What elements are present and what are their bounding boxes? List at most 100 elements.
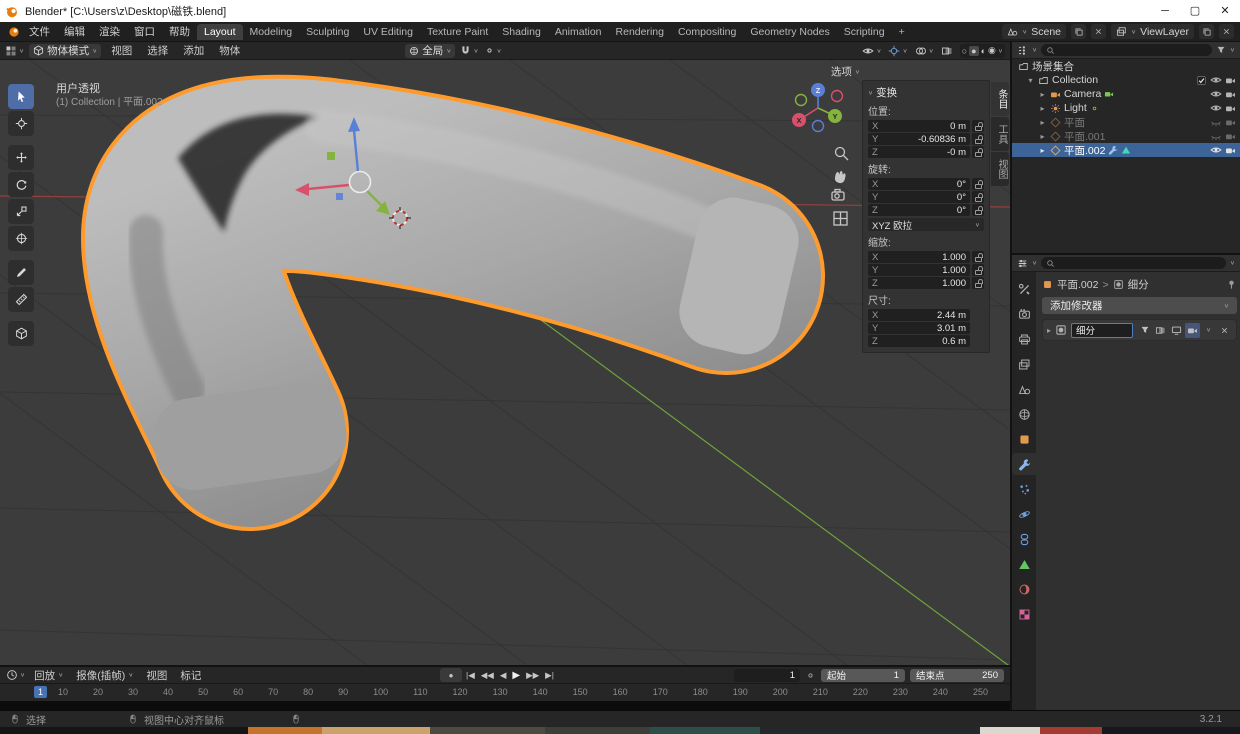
add-workspace-button[interactable]: + [892,24,912,40]
prev-keyframe-button[interactable]: ◀◀ [481,670,494,681]
snap-toggle[interactable]: ∨ [460,45,478,56]
tool-scale[interactable] [8,199,34,224]
outliner-row-camera[interactable]: ▸ Camera [1012,87,1240,101]
tool-transform[interactable] [8,226,34,251]
new-scene-button[interactable] [1071,24,1086,39]
next-keyframe-button[interactable]: ▶▶ [526,670,539,681]
show-on-cage-toggle[interactable] [1137,323,1152,338]
tab-animation[interactable]: Animation [548,24,609,40]
filter-icon[interactable] [1216,45,1226,55]
current-frame-field[interactable]: 1 [734,669,800,682]
xray-toggle[interactable] [941,45,953,57]
camera-toggle-icon[interactable] [1225,75,1236,86]
jump-to-start-button[interactable]: |◀ [466,670,475,681]
position-x-field[interactable]: X0 m [868,120,970,132]
lock-icon[interactable] [972,146,984,158]
lock-icon[interactable] [972,133,984,145]
properties-search-input[interactable] [1041,257,1226,269]
dimension-x-field[interactable]: X2.44 m [868,309,970,321]
camera-toggle-icon[interactable] [1225,131,1236,142]
options-dropdown[interactable]: 选项∨ [831,64,860,79]
tab-object-data[interactable] [1012,553,1036,575]
modifier-name-field[interactable]: 细分 [1071,323,1133,338]
tab-texture[interactable] [1012,603,1036,625]
modifier-delete-button[interactable] [1217,323,1232,338]
scale-x-field[interactable]: X1.000 [868,251,970,263]
lock-icon[interactable] [972,204,984,216]
show-render-toggle[interactable] [1185,323,1200,338]
modifier-extras-button[interactable]: ∨ [1201,323,1216,338]
play-button[interactable]: ▶ [512,670,520,681]
tab-world[interactable] [1012,403,1036,425]
shading-wireframe-icon[interactable]: ○ [962,46,967,56]
lock-icon[interactable] [972,264,984,276]
unlink-scene-button[interactable] [1091,24,1106,39]
rotation-y-field[interactable]: Y0° [868,191,970,203]
tool-add-cube[interactable] [8,321,34,346]
tab-rendering[interactable]: Rendering [609,24,671,40]
properties-editor-icon[interactable] [1017,258,1028,269]
magnet-object[interactable] [146,114,806,495]
tab-modeling[interactable]: Modeling [243,24,300,40]
tab-sculpting[interactable]: Sculpting [299,24,356,40]
tab-shading[interactable]: Shading [495,24,548,40]
menu-window[interactable]: 窗口 [127,24,162,39]
current-frame-marker[interactable]: 1 [34,686,47,698]
rotation-z-field[interactable]: Z0° [868,204,970,216]
tab-physics[interactable] [1012,503,1036,525]
tab-scene[interactable] [1012,378,1036,400]
sidebar-tab-item[interactable]: 条目 [991,82,1009,116]
sidebar-tab-tool[interactable]: 工具 [991,117,1009,151]
modifier-panel-header[interactable]: ▸ 细分 ∨ [1042,319,1237,341]
outliner-row-light[interactable]: ▸ Light [1012,101,1240,115]
tab-view-layer[interactable] [1012,353,1036,375]
breadcrumb-modifier[interactable]: 细分 [1128,277,1149,292]
shading-solid-icon[interactable]: ● [969,46,978,56]
rotation-x-field[interactable]: X0° [868,178,970,190]
dimension-z-field[interactable]: Z0.6 m [868,335,970,347]
add-modifier-button[interactable]: 添加修改器 ∨ [1042,297,1237,314]
menu-edit[interactable]: 编辑 [57,24,92,39]
close-button[interactable]: ✕ [1210,0,1240,22]
camera-toggle-icon[interactable] [1225,117,1236,128]
sidebar-tab-view[interactable]: 视图 [991,152,1009,186]
menu-timeline-view[interactable]: 视图 [142,668,171,683]
tab-texture-paint[interactable]: Texture Paint [420,24,495,40]
lock-icon[interactable] [972,277,984,289]
tab-output[interactable] [1012,328,1036,350]
rotation-mode-dropdown[interactable]: XYZ 欧拉∨ [868,218,984,231]
menu-render[interactable]: 渲染 [92,24,127,39]
menu-marker[interactable]: 标记 [176,668,205,683]
position-z-field[interactable]: Z-0 m [868,146,970,158]
tool-3d-cursor[interactable] [8,111,34,136]
outliner-search-input[interactable] [1041,44,1212,56]
scale-z-field[interactable]: Z1.000 [868,277,970,289]
tab-object[interactable] [1012,428,1036,450]
tab-uv-editing[interactable]: UV Editing [356,24,420,40]
scale-y-field[interactable]: Y1.000 [868,264,970,276]
editor-type-button[interactable]: ∨ [5,45,24,57]
viewport-3d-scene[interactable]: X Y Z [0,60,1010,665]
menu-keying[interactable]: 报像(插帧)∨ [72,668,137,683]
lock-icon[interactable] [972,120,984,132]
eye-icon[interactable] [1210,144,1222,156]
tab-compositing[interactable]: Compositing [671,24,743,40]
show-realtime-toggle[interactable] [1169,323,1184,338]
menu-view[interactable]: 视图 [106,43,137,58]
eye-closed-icon[interactable] [1210,130,1222,142]
menu-help[interactable]: 帮助 [162,24,197,39]
menu-object[interactable]: 物体 [214,43,245,58]
eye-icon[interactable] [1210,74,1222,86]
outliner-row-plane[interactable]: ▸ 平面 [1012,115,1240,129]
outliner-row-plane-001[interactable]: ▸ 平面.001 [1012,129,1240,143]
modifier-icon[interactable] [1113,279,1124,290]
jump-to-end-button[interactable]: ▶| [545,670,554,681]
tool-rotate[interactable] [8,172,34,197]
tab-layout[interactable]: Layout [197,24,243,40]
object-visibility-dropdown[interactable]: ∨ [862,45,881,57]
lock-icon[interactable] [972,251,984,263]
lock-icon[interactable] [972,191,984,203]
gizmos-dropdown[interactable]: ∨ [888,45,907,57]
tool-measure[interactable] [8,287,34,312]
position-y-field[interactable]: Y-0.60836 m [868,133,970,145]
